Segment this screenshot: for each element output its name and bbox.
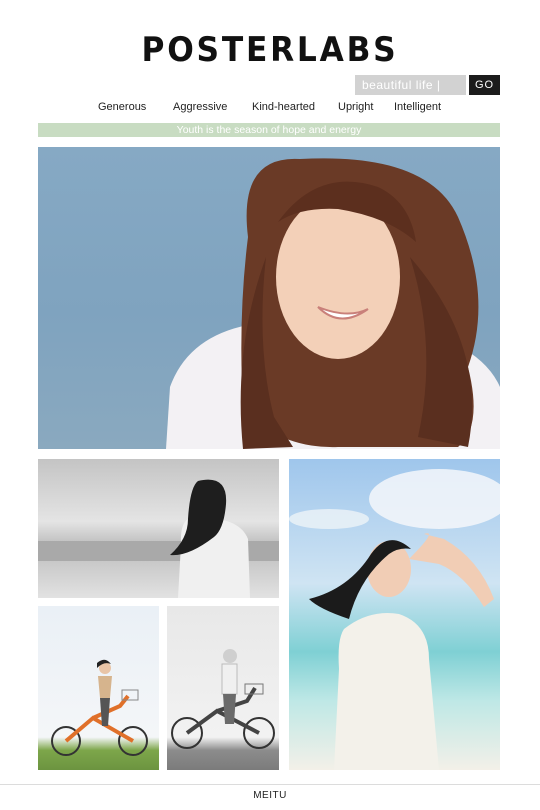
beach-photo[interactable] [289, 459, 500, 770]
portrait-illustration [166, 158, 500, 449]
nav-item-generous[interactable]: Generous [98, 101, 146, 113]
bicycle-color-illustration [51, 659, 148, 756]
bicycle-bw-illustration [171, 649, 275, 749]
nav-item-upright[interactable]: Upright [338, 101, 373, 113]
footer-label: MEITU [253, 790, 287, 801]
bw-seaside-photo[interactable] [38, 459, 279, 598]
nav-item-kind-hearted[interactable]: Kind-hearted [252, 101, 315, 113]
bicycle-photo-color[interactable] [38, 606, 159, 770]
nav-item-intelligent[interactable]: Intelligent [394, 101, 441, 113]
bicycle-photo-bw[interactable] [167, 606, 279, 770]
nav-item-aggressive[interactable]: Aggressive [173, 101, 227, 113]
tagline-bar: Youth is the season of hope and energy [38, 123, 500, 137]
beach-illustration [289, 469, 500, 770]
bw-seaside-illustration [38, 479, 279, 598]
brand-logo: POSTERLABS [141, 30, 399, 70]
go-button[interactable]: GO [469, 75, 500, 95]
footer-divider [0, 784, 540, 785]
search-input[interactable]: beautiful life | [355, 75, 466, 95]
main-portrait-photo[interactable] [38, 147, 500, 449]
